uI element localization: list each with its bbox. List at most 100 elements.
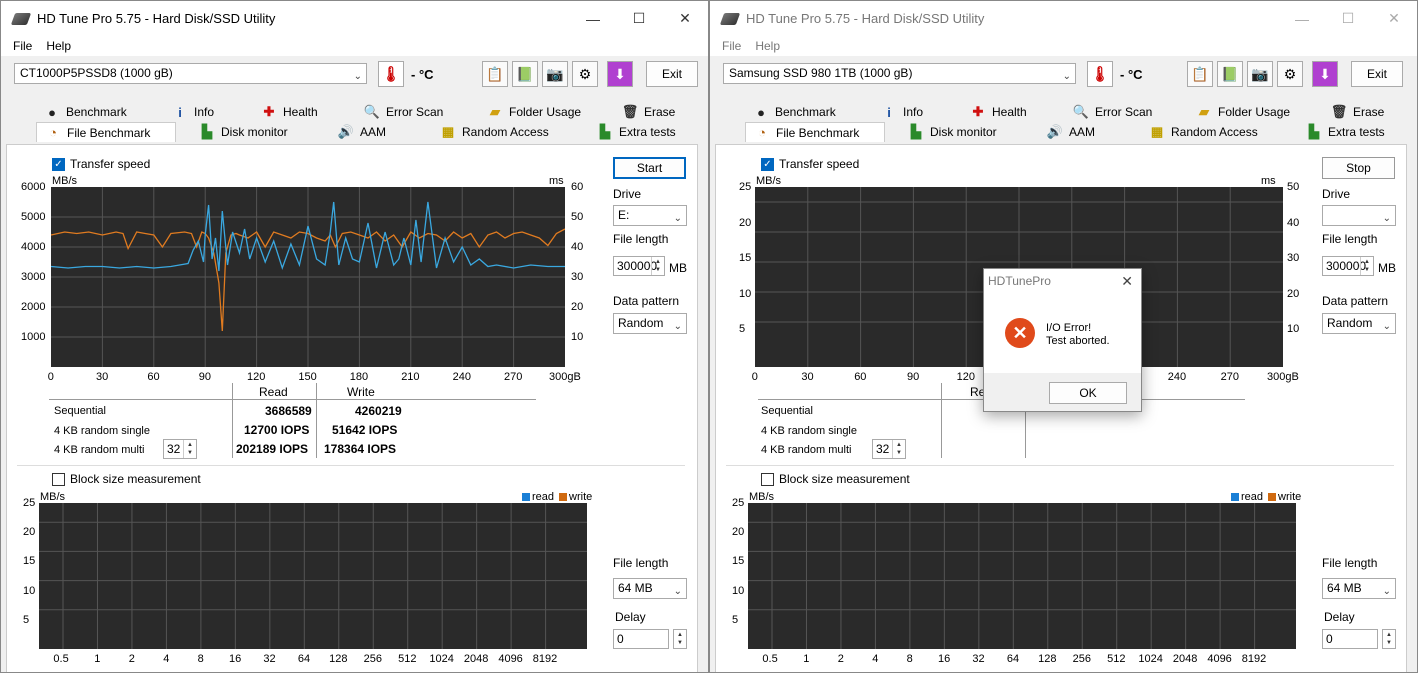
tab-file-benchmark[interactable]: ◔ File Benchmark [36, 122, 176, 142]
spinner-arrows-icon[interactable]: ▲ ▼ [1383, 630, 1395, 648]
trash-icon: 🗑 [1330, 104, 1348, 119]
copy-text-icon[interactable]: 📋 [1187, 61, 1213, 87]
tab-error-scan[interactable]: 🔍 Error Scan [356, 102, 443, 122]
delay-input[interactable]: 0 [1322, 629, 1378, 649]
block-size-checkbox[interactable]: Block size measurement [761, 472, 910, 486]
tab-label: AAM [360, 125, 387, 139]
start-button[interactable]: Start [613, 157, 686, 179]
delay-spinner[interactable]: ▲ ▼ [1382, 629, 1396, 649]
tab-label: Health [283, 105, 318, 119]
ok-button[interactable]: OK [1049, 382, 1127, 404]
y-tick-right: 10 [571, 331, 584, 343]
tab-extra-tests[interactable]: ▙ Extra tests [1298, 122, 1385, 142]
results-header-read: Read [259, 385, 288, 399]
queue-depth-input[interactable]: 32 ▲ ▼ [872, 439, 906, 459]
tab-folder-usage[interactable]: ▰ Folder Usage [1188, 102, 1290, 122]
spinner-arrows-icon[interactable]: ▲ ▼ [892, 440, 905, 458]
tab-file-benchmark[interactable]: ◔ File Benchmark [745, 122, 885, 142]
minimize-icon[interactable]: — [1279, 1, 1325, 36]
drive-letter-select[interactable]: E: ⌄ [613, 205, 687, 226]
bs-file-length-select[interactable]: 64 MB ⌄ [1322, 578, 1396, 599]
delay-spinner[interactable]: ▲ ▼ [673, 629, 687, 649]
copy-image-icon[interactable]: 📗 [512, 61, 538, 87]
block-size-checkbox[interactable]: Block size measurement [52, 472, 201, 486]
close-icon[interactable]: ✕ [1371, 1, 1417, 36]
transfer-speed-label: Transfer speed [70, 157, 151, 171]
spinner-arrows-icon[interactable]: ▲ ▼ [183, 440, 196, 458]
save-icon[interactable]: ⬇ [607, 61, 633, 87]
legend-read-swatch [1231, 493, 1239, 501]
transfer-speed-checkbox[interactable]: ✓ Transfer speed [761, 157, 859, 171]
exit-button[interactable]: Exit [1351, 61, 1403, 87]
menu-file[interactable]: File [722, 39, 741, 53]
block-x-tick: 32 [972, 653, 985, 665]
title-bar[interactable]: HD Tune Pro 5.75 - Hard Disk/SSD Utility… [710, 1, 1417, 36]
tab-disk-monitor[interactable]: ▙ Disk monitor [900, 122, 997, 142]
tab-info[interactable]: i Info [873, 102, 923, 122]
y-tick-right: 30 [571, 271, 584, 283]
queue-depth-input[interactable]: 32 ▲ ▼ [163, 439, 197, 459]
tab-strip: ● Benchmark i Info ✚ Health 🔍 Error Scan ▰ Fo… [6, 100, 701, 144]
close-icon[interactable]: ✕ [1121, 269, 1133, 293]
chevron-down-icon: ⌄ [1062, 71, 1071, 82]
tab-aam[interactable]: 🔊 AAM [1039, 122, 1095, 142]
spinner-arrows-icon[interactable]: ▲ ▼ [651, 257, 664, 275]
drive-letter-select[interactable]: ⌄ [1322, 205, 1396, 226]
spinner-arrows-icon[interactable]: ▲ ▼ [1360, 257, 1373, 275]
row-label-4k-single: 4 KB random single [761, 425, 857, 437]
block-x-tick: 64 [297, 653, 311, 665]
file-length-input[interactable]: 300000 ▲ ▼ [613, 256, 665, 276]
tab-aam[interactable]: 🔊 AAM [330, 122, 386, 142]
close-icon[interactable]: ✕ [662, 1, 708, 36]
tab-label: Erase [1353, 105, 1385, 119]
tab-random-access[interactable]: ▦ Random Access [432, 122, 549, 142]
tab-benchmark[interactable]: ● Benchmark [36, 102, 127, 122]
save-icon[interactable]: ⬇ [1312, 61, 1338, 87]
spinner-arrows-icon[interactable]: ▲ ▼ [674, 630, 686, 648]
bs-file-length-select[interactable]: 64 MB ⌄ [613, 578, 687, 599]
block-x-tick: 1 [803, 653, 810, 665]
options-icon[interactable]: ⚙ [572, 61, 598, 87]
transfer-speed-checkbox[interactable]: ✓ Transfer speed [52, 157, 150, 171]
minimize-icon[interactable]: — [570, 1, 616, 36]
chevron-down-icon: ⌄ [1382, 321, 1391, 332]
y-tick-right: 50 [1287, 181, 1300, 193]
tab-benchmark[interactable]: ● Benchmark [745, 102, 836, 122]
tab-extra-tests[interactable]: ▙ Extra tests [589, 122, 676, 142]
tab-health[interactable]: ✚ Health [962, 102, 1027, 122]
tab-erase[interactable]: 🗑 Erase [614, 102, 676, 122]
stop-button[interactable]: Stop [1322, 157, 1395, 179]
camera-icon[interactable]: 📷 [542, 61, 568, 87]
data-pattern-select[interactable]: Random ⌄ [613, 313, 687, 334]
menu-help[interactable]: Help [46, 39, 71, 53]
toolbar: Samsung SSD 980 1TB (1000 gB) ⌄ 🌡 - °C 📋 … [710, 56, 1417, 98]
drive-selector[interactable]: CT1000P5PSSD8 (1000 gB) ⌄ [14, 63, 367, 84]
tab-health[interactable]: ✚ Health [253, 102, 318, 122]
block-x-tick: 4096 [498, 653, 523, 665]
copy-text-icon[interactable]: 📋 [482, 61, 508, 87]
data-pattern-select[interactable]: Random ⌄ [1322, 313, 1396, 334]
tab-folder-usage[interactable]: ▰ Folder Usage [479, 102, 581, 122]
tab-error-scan[interactable]: 🔍 Error Scan [1065, 102, 1152, 122]
tab-random-access[interactable]: ▦ Random Access [1141, 122, 1258, 142]
file-length-input[interactable]: 300000 ▲ ▼ [1322, 256, 1374, 276]
camera-icon[interactable]: 📷 [1247, 61, 1273, 87]
exit-button[interactable]: Exit [646, 61, 698, 87]
title-bar[interactable]: HD Tune Pro 5.75 - Hard Disk/SSD Utility… [1, 1, 708, 36]
maximize-icon[interactable]: ☐ [1325, 1, 1371, 36]
copy-image-icon[interactable]: 📗 [1217, 61, 1243, 87]
block-y-tick: 10 [732, 584, 745, 597]
delay-input[interactable]: 0 [613, 629, 669, 649]
menu-help[interactable]: Help [755, 39, 780, 53]
tab-erase[interactable]: 🗑 Erase [1323, 102, 1385, 122]
thermometer-icon[interactable]: 🌡 [378, 61, 404, 87]
tab-info[interactable]: i Info [164, 102, 214, 122]
maximize-icon[interactable]: ☐ [616, 1, 662, 36]
thermometer-icon[interactable]: 🌡 [1087, 61, 1113, 87]
options-icon[interactable]: ⚙ [1277, 61, 1303, 87]
y-axis-unit-right: ms [1261, 175, 1276, 187]
menu-file[interactable]: File [13, 39, 32, 53]
drive-selector[interactable]: Samsung SSD 980 1TB (1000 gB) ⌄ [723, 63, 1076, 84]
tab-disk-monitor[interactable]: ▙ Disk monitor [191, 122, 288, 142]
row-label-4k-multi: 4 KB random multi [54, 444, 145, 456]
